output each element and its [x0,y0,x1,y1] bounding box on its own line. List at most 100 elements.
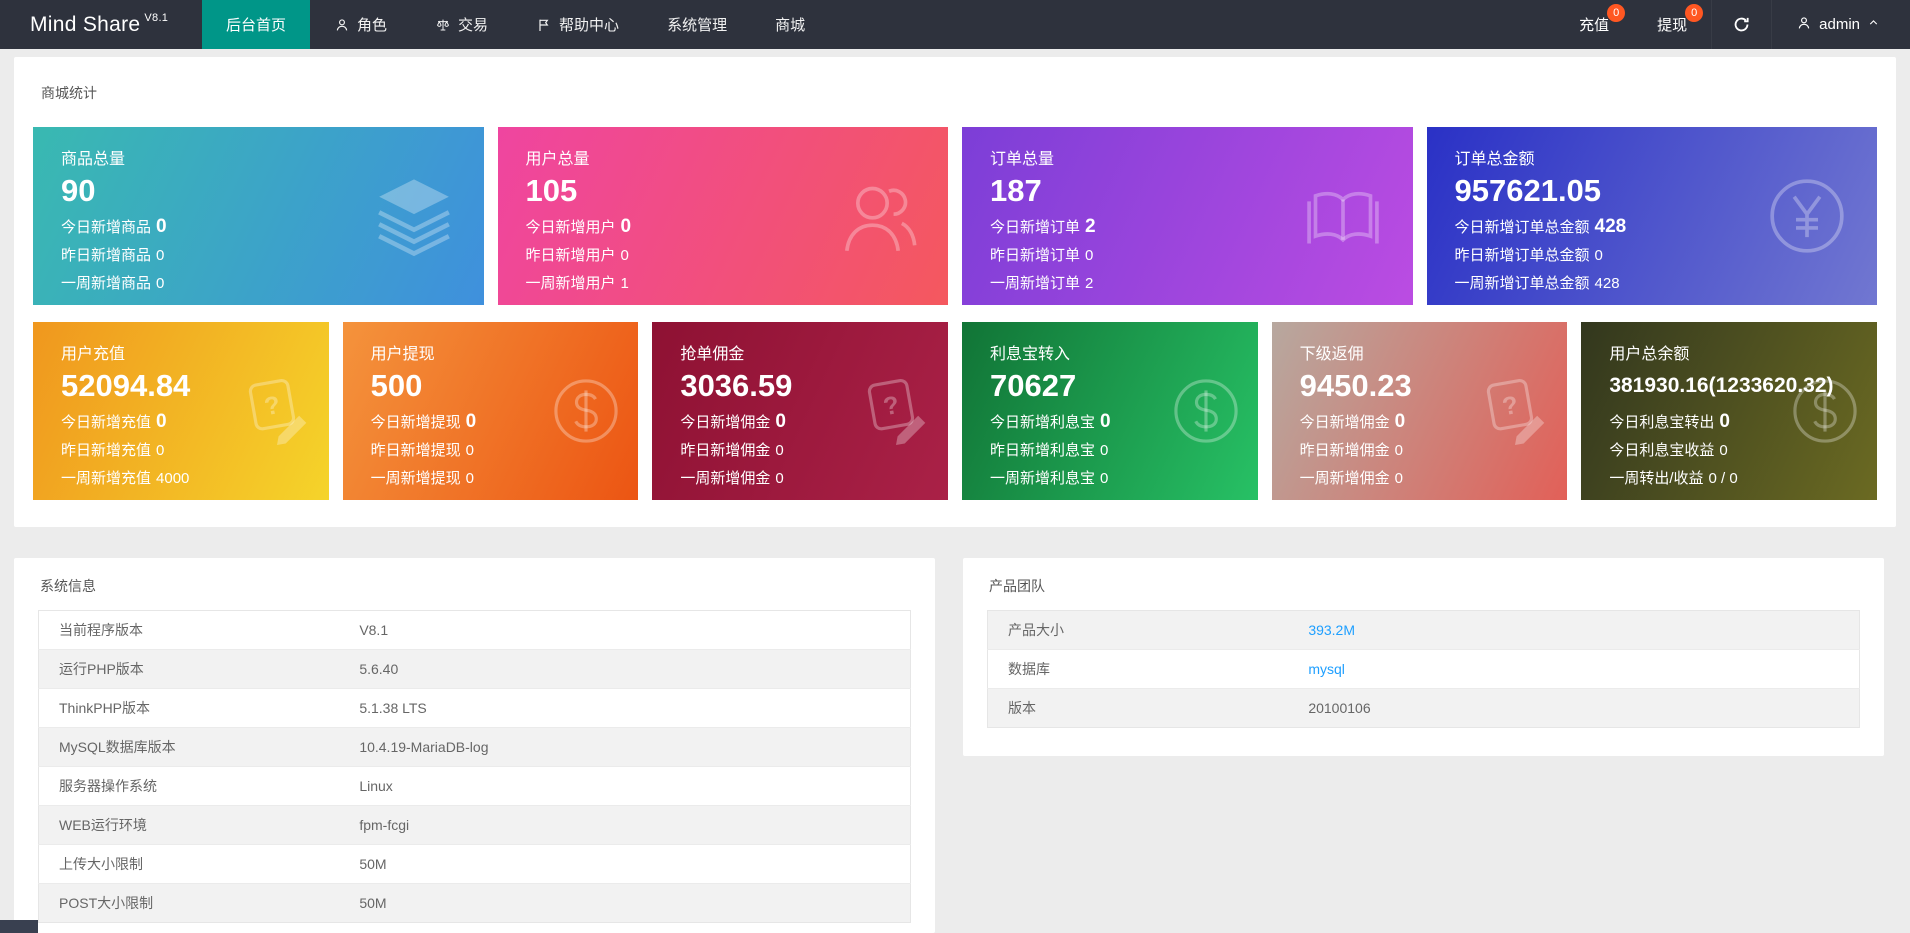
nav-item-roles[interactable]: 角色 [310,0,411,49]
subline-value: 0 [465,442,475,459]
nav-right-toolbar: 充值 0 提现 0 admin [1555,0,1910,49]
system-info-row: 服务器操作系统 Linux [38,766,911,806]
nav-item-system[interactable]: 系统管理 [643,0,751,49]
logo-version: V8.1 [144,11,169,24]
stat-card-interest-in: 利息宝转入 70627 今日新增利息宝 0 昨日新增利息宝 0 一周新增利息宝 0 [961,322,1258,500]
stat-card-subline: 一周新增商品 0 [61,270,476,298]
nav-item-label: 系统管理 [667,17,728,34]
subline-text: 昨日新增充值 [61,442,152,459]
nav-item-label: 角色 [357,17,388,34]
stat-card-subline: 一周新增利息宝 0 [990,465,1250,493]
subline-text: 昨日新增利息宝 [989,442,1095,459]
svg-text:?: ? [1501,391,1521,421]
user-menu[interactable]: admin [1771,0,1896,49]
stat-card-orders-total: 订单总量 187 今日新增订单 2 昨日新增订单 0 一周新增订单 2 [962,127,1413,305]
svg-text:?: ? [262,391,282,421]
stat-card-subline: 一周新增提现 0 [371,465,631,493]
info-value: 50M [339,883,911,923]
username: admin [1819,16,1860,33]
subline-value: 0 [1394,411,1406,432]
subline-value: 0 [465,470,475,487]
subline-text: 今日新增订单总金额 [1454,219,1590,236]
subline-value: 0 [1100,470,1109,487]
subline-text: 昨日新增订单总金额 [1454,247,1590,264]
subline-text: 一周新增充值 [61,470,152,487]
stat-card-label: 抢单佣金 [680,346,745,363]
team-info-row: 数据库 mysql [987,649,1860,689]
stat-card-user-recharge: 用户充值 52094.84 今日新增充值 0 昨日新增充值 0 一周新增充值 4000? [33,322,329,500]
subline-text: 昨日新增订单 [990,247,1081,264]
subline-value: 0 [1085,247,1094,264]
stat-card-label: 订单总量 [990,151,1055,168]
main-content: 商城统计 商品总量 90 今日新增商品 0 昨日新增商品 0 一周新增商品 0 用户总量 105 今… [0,49,1910,933]
note-edit-icon: ? [858,373,934,449]
nav-item-label: 后台首页 [226,17,287,34]
nav-item-trade[interactable]: 交易 [411,0,512,49]
subline-value: 0 [156,247,165,264]
info-label: 上传大小限制 [38,844,340,884]
dollar-icon [1168,373,1244,449]
subline-text: 一周新增商品 [61,275,152,292]
subline-text: 昨日新增提现 [370,442,461,459]
subline-value: 2 [1085,216,1096,237]
stat-card-products-total: 商品总量 90 今日新增商品 0 昨日新增商品 0 一周新增商品 0 [33,127,484,305]
mall-stats-panel: 商城统计 商品总量 90 今日新增商品 0 昨日新增商品 0 一周新增商品 0 用户总量 105 今… [14,57,1896,527]
subline-value: 0 [1100,411,1111,432]
svg-text:?: ? [881,391,901,421]
stat-card-label: 利息宝转入 [989,346,1070,363]
subline-text: 一周新增订单总金额 [1454,275,1590,292]
refresh-button[interactable] [1711,0,1771,49]
product-team-panel: 产品团队 产品大小 393.2M 数据库 mysql 版本 20100106 [963,558,1884,756]
subline-value: 0 [620,216,632,237]
subline-value: 1 [620,275,629,292]
stat-card-subline: 一周新增订单总金额 428 [1455,270,1870,298]
team-info-link[interactable]: 393.2M [1308,622,1355,638]
logo-text: Mind Share [30,12,141,36]
subline-value: 428 [1594,275,1620,292]
info-value: Linux [339,766,911,806]
subline-text: 昨日新增用户 [525,247,616,264]
stat-card-subline: 一周新增充值 4000 [61,465,321,493]
subline-text: 今日新增提现 [370,414,461,431]
product-team-table: 产品大小 393.2M 数据库 mysql 版本 20100106 [987,610,1860,728]
subline-text: 一周新增佣金 [680,470,771,487]
info-label: POST大小限制 [38,883,340,923]
withdraw-label: 提现 [1657,17,1688,34]
subline-text: 今日利息宝转出 [1609,414,1715,431]
subline-value: 0 [1394,470,1404,487]
subline-value: 0 [775,411,786,432]
users-icon [834,172,922,260]
system-info-row: MySQL数据库版本 10.4.19-MariaDB-log [38,727,911,767]
system-info-row: 上传大小限制 50M [38,844,911,884]
nav-item-mall[interactable]: 商城 [751,0,829,49]
note-edit-icon: ? [1477,373,1553,449]
info-label: 数据库 [987,649,1289,689]
dollar-icon [1787,373,1863,449]
nav-item-home[interactable]: 后台首页 [202,0,311,49]
info-label: ThinkPHP版本 [38,688,340,728]
info-value: V8.1 [359,622,389,638]
recharge-badge: 0 [1607,4,1626,22]
stat-card-label: 下级返佣 [1299,346,1364,363]
stat-card-label: 用户提现 [370,346,435,363]
info-label: 运行PHP版本 [38,649,340,689]
system-info-panel: 系统信息 当前程序版本 V8.1 运行PHP版本 5.6.40 ThinkPHP版本 5.… [14,558,935,933]
stat-card-user-withdraw: 用户提现 500 今日新增提现 0 昨日新增提现 0 一周新增提现 0 [342,322,639,500]
subline-value: 0 [1719,411,1730,432]
user-icon [1796,15,1812,31]
chevron-up-icon [1867,16,1880,29]
withdraw-badge: 0 [1685,4,1704,22]
subline-value: 0 [156,275,165,292]
team-info-link[interactable]: mysql [1308,661,1345,677]
recharge-button[interactable]: 充值 0 [1555,0,1633,49]
subline-text: 昨日新增佣金 [680,442,771,459]
withdraw-button[interactable]: 提现 0 [1633,0,1711,49]
stat-card-subline: 一周新增佣金 0 [1300,465,1560,493]
nav-item-help-center[interactable]: 帮助中心 [512,0,643,49]
scales-icon [435,17,451,33]
stat-card-order-commission: 抢单佣金 3036.59 今日新增佣金 0 昨日新增佣金 0 一周新增佣金 0? [652,322,948,500]
info-value: 50M [339,844,911,884]
nav-menu: 后台首页 角色 交易 帮助中心 系统管理 商城 [202,0,829,49]
info-value: 20100106 [1308,700,1371,716]
app-logo[interactable]: Mind Share V8.1 [0,0,202,49]
